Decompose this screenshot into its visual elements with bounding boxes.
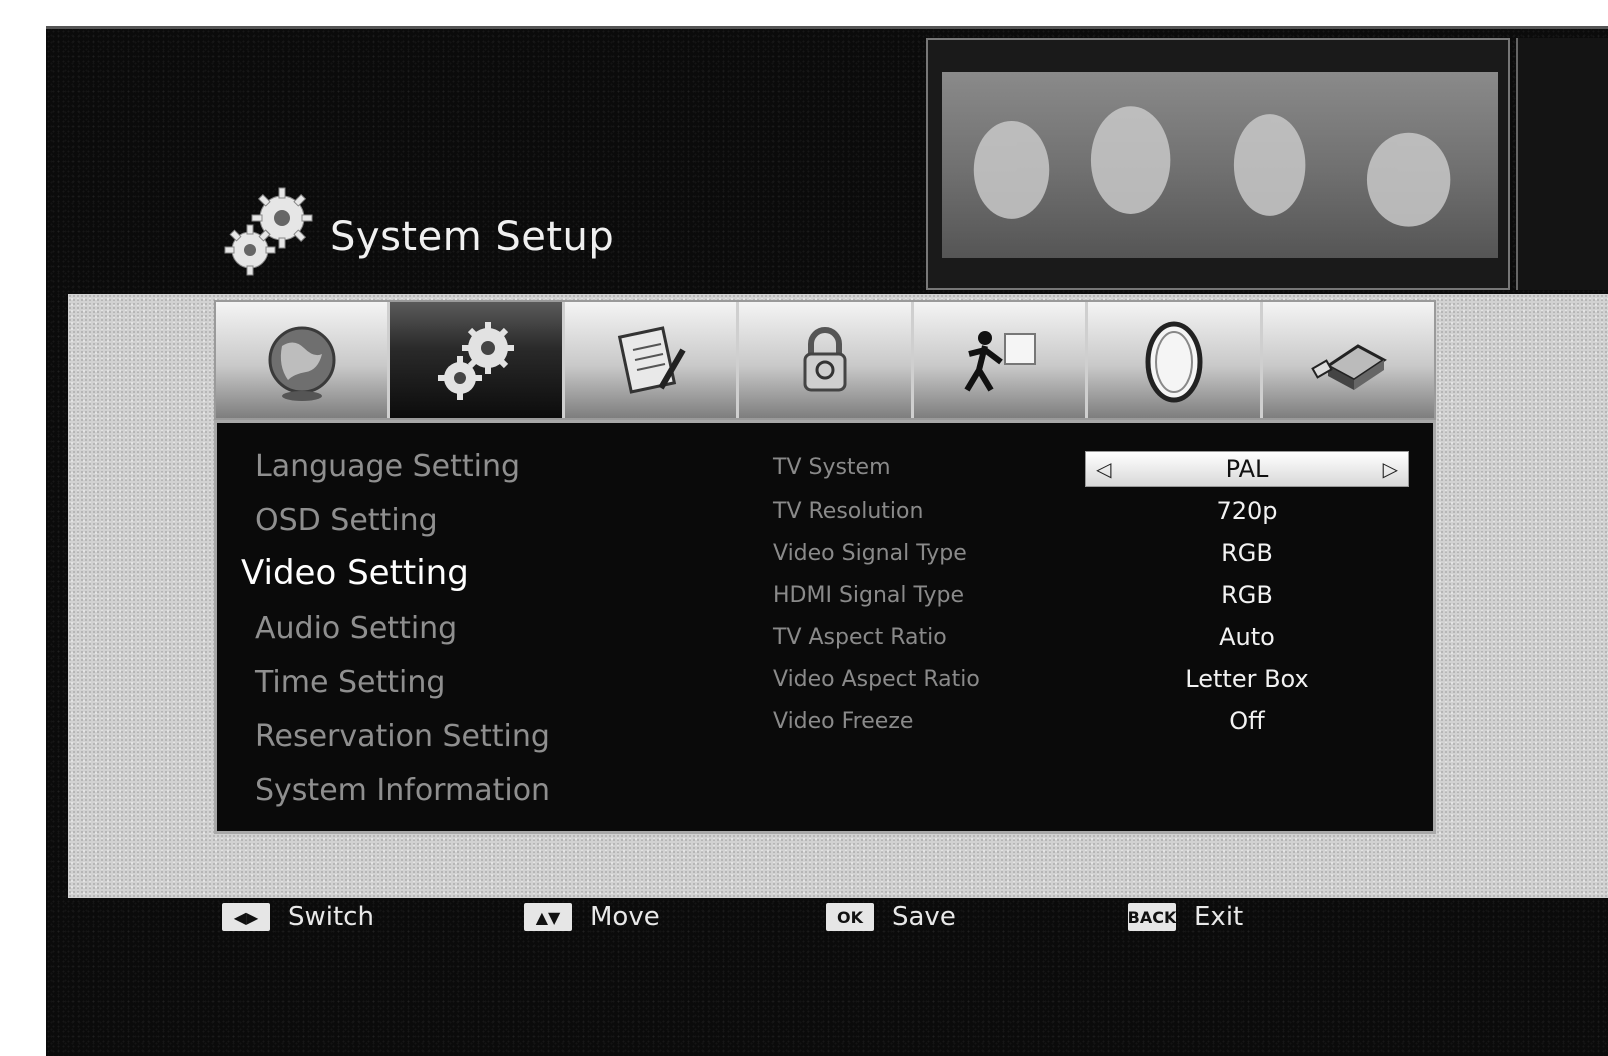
tv-system-selector[interactable]: ◁ PAL ▷ xyxy=(1085,451,1409,487)
up-down-key-icon: ▲▼ xyxy=(524,903,572,931)
usb-printer-icon xyxy=(1311,344,1388,390)
menu-item-audio[interactable]: Audio Setting xyxy=(255,611,457,646)
side-strip xyxy=(1516,38,1608,290)
lock-icon xyxy=(803,327,847,392)
tab-lock[interactable] xyxy=(739,302,914,418)
menu-item-osd[interactable]: OSD Setting xyxy=(255,503,438,538)
hint-move: ▲▼ Move xyxy=(524,902,660,932)
figure-icon xyxy=(964,331,1037,392)
tv-system-value: PAL xyxy=(1225,455,1269,483)
arrow-left-icon[interactable]: ◁ xyxy=(1096,457,1111,481)
page-title: System Setup xyxy=(330,214,615,260)
video-signal-type-value[interactable]: RGB xyxy=(1087,539,1407,567)
video-aspect-ratio-label: Video Aspect Ratio xyxy=(773,667,980,692)
video-freeze-label: Video Freeze xyxy=(773,709,914,734)
tab-usb[interactable] xyxy=(1262,302,1434,418)
menu-item-reservation[interactable]: Reservation Setting xyxy=(255,719,550,754)
gears-icon xyxy=(438,322,515,400)
gears-icon xyxy=(224,187,313,276)
footer-hints: ◀▶ Switch ▲▼ Move OK Save BACK Exit xyxy=(0,902,1608,952)
ok-key-icon: OK xyxy=(826,903,874,931)
back-key-icon: BACK xyxy=(1128,903,1176,931)
tab-system[interactable] xyxy=(390,302,565,418)
menu-item-language[interactable]: Language Setting xyxy=(255,449,520,484)
tv-resolution-label: TV Resolution xyxy=(773,499,924,524)
hint-exit: BACK Exit xyxy=(1128,902,1244,932)
tab-globe[interactable] xyxy=(216,302,391,418)
video-signal-type-label: Video Signal Type xyxy=(773,541,967,566)
tv-resolution-value[interactable]: 720p xyxy=(1087,497,1407,525)
oval-disc-icon xyxy=(1145,321,1203,403)
menu-item-video[interactable]: Video Setting xyxy=(241,553,469,593)
menu-item-system-information[interactable]: System Information xyxy=(255,773,550,808)
tv-system-label: TV System xyxy=(773,455,891,480)
hint-switch: ◀▶ Switch xyxy=(222,902,374,932)
notepad-pen-icon xyxy=(617,326,686,394)
video-preview xyxy=(926,38,1510,290)
category-tabs xyxy=(214,300,1436,420)
arrow-right-icon[interactable]: ▷ xyxy=(1383,457,1398,481)
globe-icon xyxy=(268,326,336,401)
tv-aspect-ratio-label: TV Aspect Ratio xyxy=(773,625,947,650)
hint-label: Switch xyxy=(288,902,374,932)
hint-label: Exit xyxy=(1194,902,1244,932)
left-right-key-icon: ◀▶ xyxy=(222,903,270,931)
video-aspect-ratio-value[interactable]: Letter Box xyxy=(1087,665,1407,693)
tab-figure[interactable] xyxy=(913,302,1089,418)
tab-disc[interactable] xyxy=(1088,302,1263,418)
hint-label: Save xyxy=(892,902,956,932)
preview-image xyxy=(942,72,1498,258)
hint-label: Move xyxy=(590,902,660,932)
video-freeze-value[interactable]: Off xyxy=(1087,707,1407,735)
hint-save: OK Save xyxy=(826,902,956,932)
settings-panel: Language Setting OSD Setting Video Setti… xyxy=(214,420,1436,834)
hdmi-signal-type-value[interactable]: RGB xyxy=(1087,581,1407,609)
hdmi-signal-type-label: HDMI Signal Type xyxy=(773,583,965,608)
tv-aspect-ratio-value[interactable]: Auto xyxy=(1087,623,1407,651)
menu-item-time[interactable]: Time Setting xyxy=(255,665,445,700)
tab-notes[interactable] xyxy=(564,302,740,418)
